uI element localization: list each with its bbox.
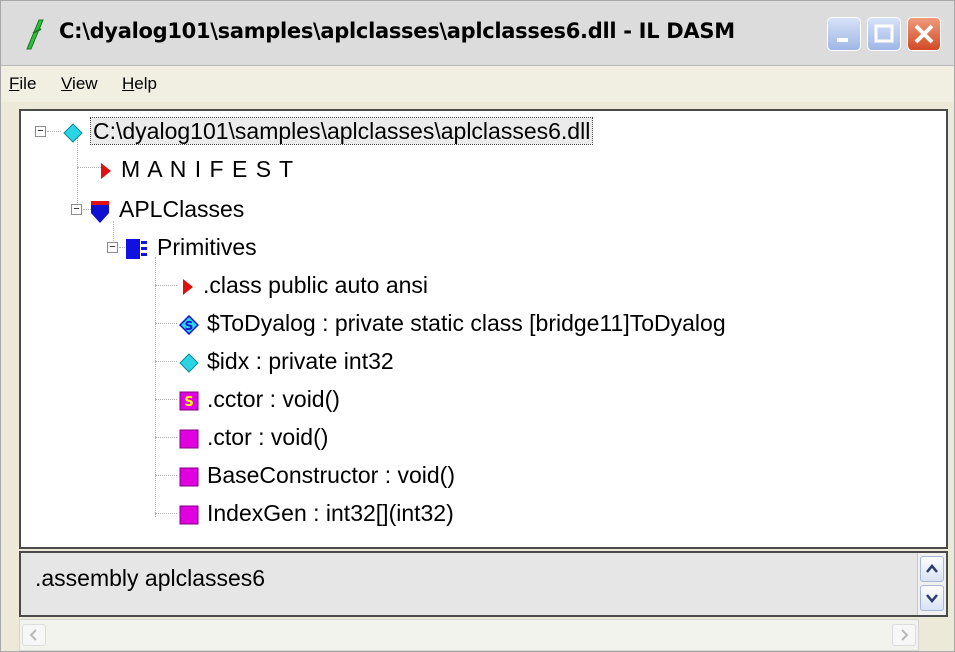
- tree-node-baseconstructor[interactable]: BaseConstructor : void(): [179, 461, 455, 489]
- horizontal-scrollbar[interactable]: [19, 619, 919, 651]
- red-triangle-icon: [183, 278, 193, 295]
- minimize-button[interactable]: [827, 17, 861, 51]
- static-method-icon: S: [179, 391, 199, 411]
- tree-node-indexgen[interactable]: IndexGen : int32[](int32): [179, 499, 454, 527]
- maximize-icon: [874, 24, 894, 43]
- tree-node-label: .class public auto ansi: [203, 272, 429, 298]
- tree-node-label: BaseConstructor : void(): [207, 462, 455, 488]
- tree-node-cctor[interactable]: S .cctor : void(): [179, 385, 340, 413]
- tree-node-label: .ctor : void(): [207, 424, 329, 450]
- ildasm-app-icon: [26, 19, 44, 50]
- red-triangle-icon: [101, 162, 111, 179]
- close-icon: [914, 24, 934, 44]
- namespace-shield-icon: [91, 200, 109, 223]
- chevron-left-icon: [29, 629, 37, 641]
- tree-node-label: $idx : private int32: [207, 348, 394, 374]
- method-icon: [179, 467, 199, 487]
- static-field-icon: S: [179, 314, 199, 335]
- title-bar[interactable]: C:\dyalog101\samples\aplclasses\aplclass…: [1, 1, 954, 66]
- chevron-down-icon: [926, 594, 938, 603]
- tree-node-label: C:\dyalog101\samples\aplclasses\aplclass…: [89, 117, 594, 145]
- chevron-right-icon: [901, 629, 909, 641]
- tree-node-todyalog[interactable]: S $ToDyalog : private static class [bridg…: [179, 309, 726, 337]
- maximize-button[interactable]: [867, 17, 901, 51]
- tree-node-ctor[interactable]: .ctor : void(): [179, 423, 328, 451]
- tree-expander-aplclasses[interactable]: −: [71, 204, 82, 215]
- scroll-down-button[interactable]: [920, 585, 944, 611]
- tree-expander-primitives[interactable]: −: [107, 242, 118, 253]
- tree-node-label: IndexGen : int32[](int32): [207, 500, 454, 526]
- menu-help[interactable]: Help: [122, 74, 157, 94]
- menu-file[interactable]: File: [9, 74, 36, 94]
- tree-node-primitives[interactable]: Primitives: [125, 233, 257, 261]
- tree-node-label: APLClasses: [119, 196, 245, 222]
- tree-node-label: $ToDyalog : private static class [bridge…: [207, 310, 726, 336]
- close-button[interactable]: [907, 17, 941, 51]
- chevron-up-icon: [926, 564, 938, 573]
- tree-node-class-decl[interactable]: .class public auto ansi: [181, 271, 428, 299]
- svg-text:S: S: [184, 395, 193, 410]
- minimize-icon: [837, 38, 848, 42]
- tree-node-idx[interactable]: $idx : private int32: [179, 347, 394, 375]
- menu-bar: File View Help: [1, 66, 954, 102]
- detail-text: .assembly aplclasses6: [35, 565, 266, 591]
- method-icon: [179, 505, 199, 525]
- detail-pane[interactable]: .assembly aplclasses6: [19, 551, 948, 617]
- class-icon: [126, 238, 147, 259]
- tree-view[interactable]: − − − C:\dyalog101\samples\aplclasses\ap…: [19, 109, 948, 549]
- tree-node-label: .cctor : void(): [207, 386, 340, 412]
- menu-view[interactable]: View: [61, 74, 98, 94]
- method-icon: [179, 429, 199, 449]
- tree-node-assembly[interactable]: C:\dyalog101\samples\aplclasses\aplclass…: [63, 117, 594, 145]
- scroll-up-button[interactable]: [920, 556, 944, 582]
- tree-node-manifest[interactable]: M A N I F E S T: [99, 155, 294, 183]
- window-title: C:\dyalog101\samples\aplclasses\aplclass…: [59, 19, 735, 43]
- scroll-right-button[interactable]: [892, 624, 916, 646]
- tree-node-label: M A N I F E S T: [121, 156, 295, 182]
- tree-expander-root[interactable]: −: [35, 126, 46, 137]
- field-diamond-icon: [179, 353, 199, 373]
- detail-vertical-scrollbar[interactable]: [917, 553, 946, 615]
- tree-node-label: Primitives: [157, 234, 257, 260]
- scroll-left-button[interactable]: [22, 624, 46, 646]
- tree-node-aplclasses[interactable]: APLClasses: [89, 195, 244, 223]
- assembly-diamond-icon: [63, 123, 83, 143]
- svg-text:S: S: [185, 319, 194, 333]
- ildasm-window: C:\dyalog101\samples\aplclasses\aplclass…: [0, 0, 955, 652]
